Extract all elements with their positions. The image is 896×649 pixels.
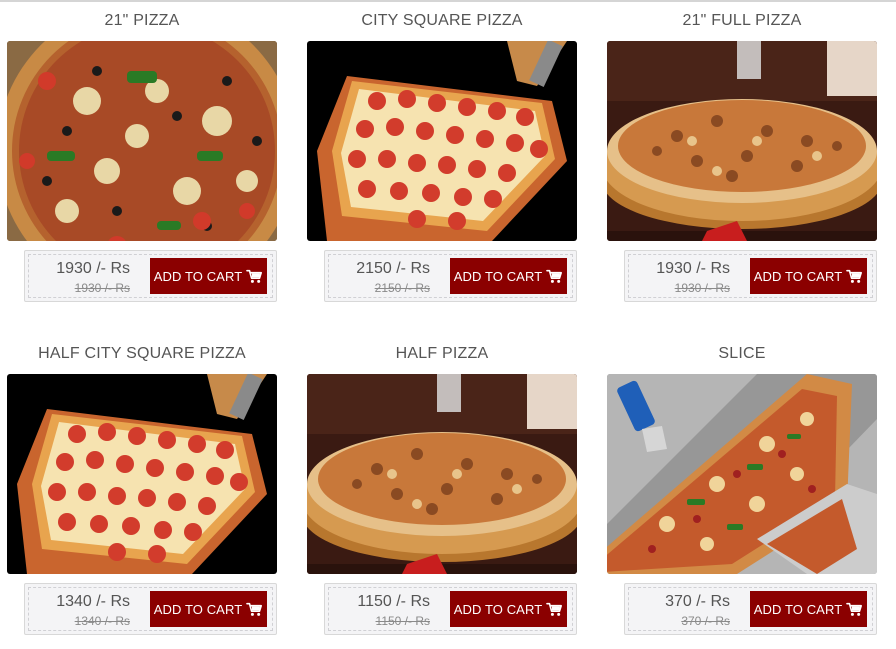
product-title: 21" PIZZA <box>104 12 180 29</box>
shopping-cart-icon <box>846 602 863 617</box>
product-old-price: 2150 /- Rs <box>374 281 430 295</box>
add-to-cart-label: ADD TO CART <box>453 268 543 284</box>
add-to-cart-button[interactable]: ADD TO CART <box>450 591 567 627</box>
round-pizza-on-board-image <box>307 374 577 574</box>
add-to-cart-label: ADD TO CART <box>453 601 543 617</box>
price-box: 2150 /- Rs 2150 /- Rs ADD TO CART <box>324 250 577 302</box>
product-title: CITY SQUARE PIZZA <box>361 12 523 29</box>
product-image[interactable] <box>607 41 877 241</box>
product-price: 1930 /- Rs <box>656 260 730 277</box>
shopping-cart-icon <box>546 269 563 284</box>
square-pepperoni-pizza-image <box>7 374 277 574</box>
price-box: 1930 /- Rs 1930 /- Rs ADD TO CART <box>24 250 277 302</box>
add-to-cart-button[interactable]: ADD TO CART <box>150 591 267 627</box>
round-veggie-pizza-image <box>7 41 277 241</box>
product-image[interactable] <box>7 374 277 574</box>
add-to-cart-button[interactable]: ADD TO CART <box>150 258 267 294</box>
add-to-cart-button[interactable]: ADD TO CART <box>450 258 567 294</box>
product-title: 21" FULL PIZZA <box>682 12 802 29</box>
price-box: 1340 /- Rs 1340 /- Rs ADD TO CART <box>24 583 277 635</box>
product-price: 1340 /- Rs <box>56 593 130 610</box>
shopping-cart-icon <box>246 269 263 284</box>
pizza-slice-served-image <box>607 374 877 574</box>
product-price: 1150 /- Rs <box>357 593 430 610</box>
add-to-cart-label: ADD TO CART <box>153 601 243 617</box>
product-old-price: 370 /- Rs <box>681 614 730 628</box>
add-to-cart-button[interactable]: ADD TO CART <box>750 591 867 627</box>
product-price: 2150 /- Rs <box>356 260 430 277</box>
product-price: 1930 /- Rs <box>56 260 130 277</box>
product-image[interactable] <box>607 374 877 574</box>
product-grid: 21" PIZZA 1930 /- Rs 1930 /- Rs ADD TO C… <box>0 0 896 649</box>
product-title: HALF CITY SQUARE PIZZA <box>38 345 246 362</box>
add-to-cart-label: ADD TO CART <box>753 601 843 617</box>
product-price: 370 /- Rs <box>665 593 730 610</box>
product-image[interactable] <box>307 374 577 574</box>
add-to-cart-label: ADD TO CART <box>753 268 843 284</box>
price-box: 1150 /- Rs 1150 /- Rs ADD TO CART <box>324 583 577 635</box>
product-old-price: 1930 /- Rs <box>74 281 130 295</box>
price-box: 370 /- Rs 370 /- Rs ADD TO CART <box>624 583 877 635</box>
product-old-price: 1150 /- Rs <box>375 614 430 628</box>
square-pepperoni-pizza-image <box>307 41 577 241</box>
product-title: HALF PIZZA <box>395 345 489 362</box>
product-image[interactable] <box>307 41 577 241</box>
add-to-cart-button[interactable]: ADD TO CART <box>750 258 867 294</box>
product-old-price: 1930 /- Rs <box>674 281 730 295</box>
shopping-cart-icon <box>846 269 863 284</box>
product-image[interactable] <box>7 41 277 241</box>
price-box: 1930 /- Rs 1930 /- Rs ADD TO CART <box>624 250 877 302</box>
shopping-cart-icon <box>546 602 563 617</box>
product-old-price: 1340 /- Rs <box>74 614 130 628</box>
shopping-cart-icon <box>246 602 263 617</box>
product-title: SLICE <box>718 345 766 362</box>
round-pizza-on-board-image <box>607 41 877 241</box>
add-to-cart-label: ADD TO CART <box>153 268 243 284</box>
